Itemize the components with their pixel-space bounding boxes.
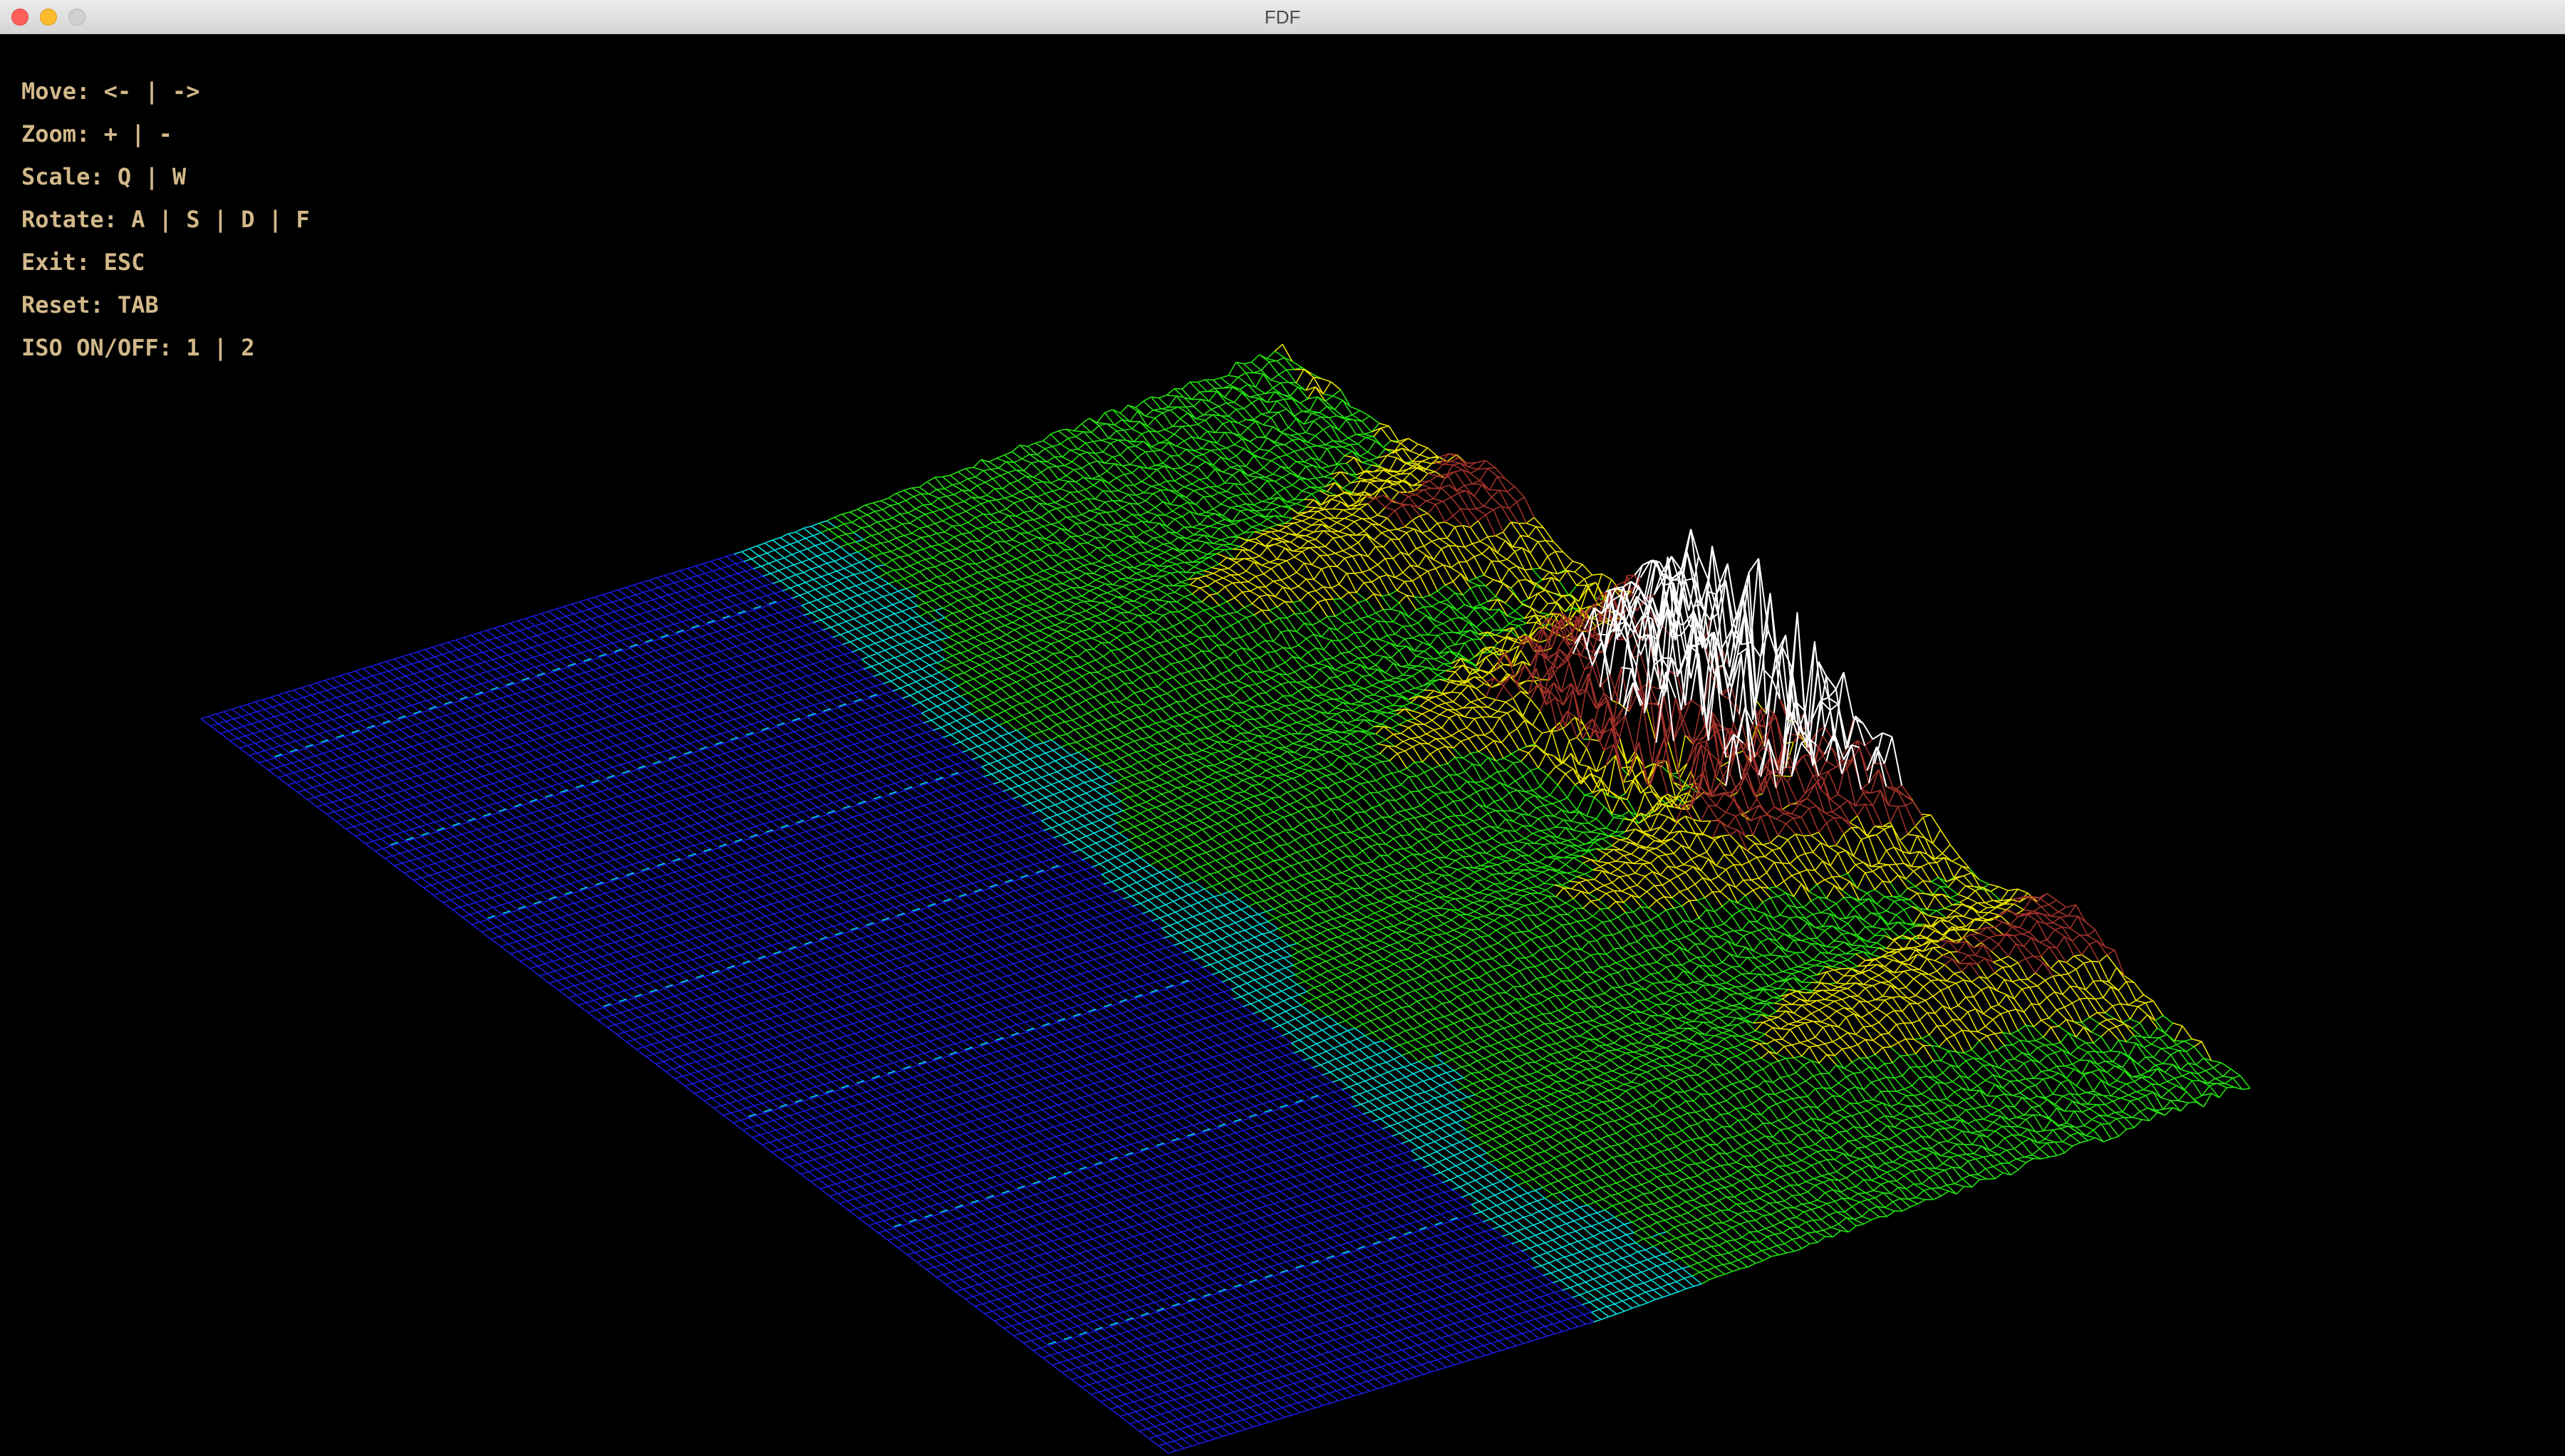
title-bar[interactable]: FDF xyxy=(0,0,2565,34)
controls-move-hint: Move: <- | -> xyxy=(21,78,200,105)
controls-scale-hint: Scale: Q | W xyxy=(21,163,187,190)
controls-exit-hint: Exit: ESC xyxy=(21,249,145,276)
wire-shore xyxy=(274,520,1702,1345)
window-title: FDF xyxy=(1264,6,1301,28)
fdf-window: FDF Move: <- | -> Zoom: + | - Scale: Q |… xyxy=(0,0,2565,1456)
render-canvas[interactable] xyxy=(0,34,2565,1456)
controls-reset-hint: Reset: TAB xyxy=(21,291,159,318)
wireframe-terrain xyxy=(200,343,2251,1454)
controls-rotate-hint: Rotate: A | S | D | F xyxy=(21,206,310,233)
controls-zoom-hint: Zoom: + | - xyxy=(21,120,172,147)
controls-iso-hint: ISO ON/OFF: 1 | 2 xyxy=(21,334,255,361)
controls-help: Move: <- | -> Zoom: + | - Scale: Q | W R… xyxy=(21,74,310,373)
